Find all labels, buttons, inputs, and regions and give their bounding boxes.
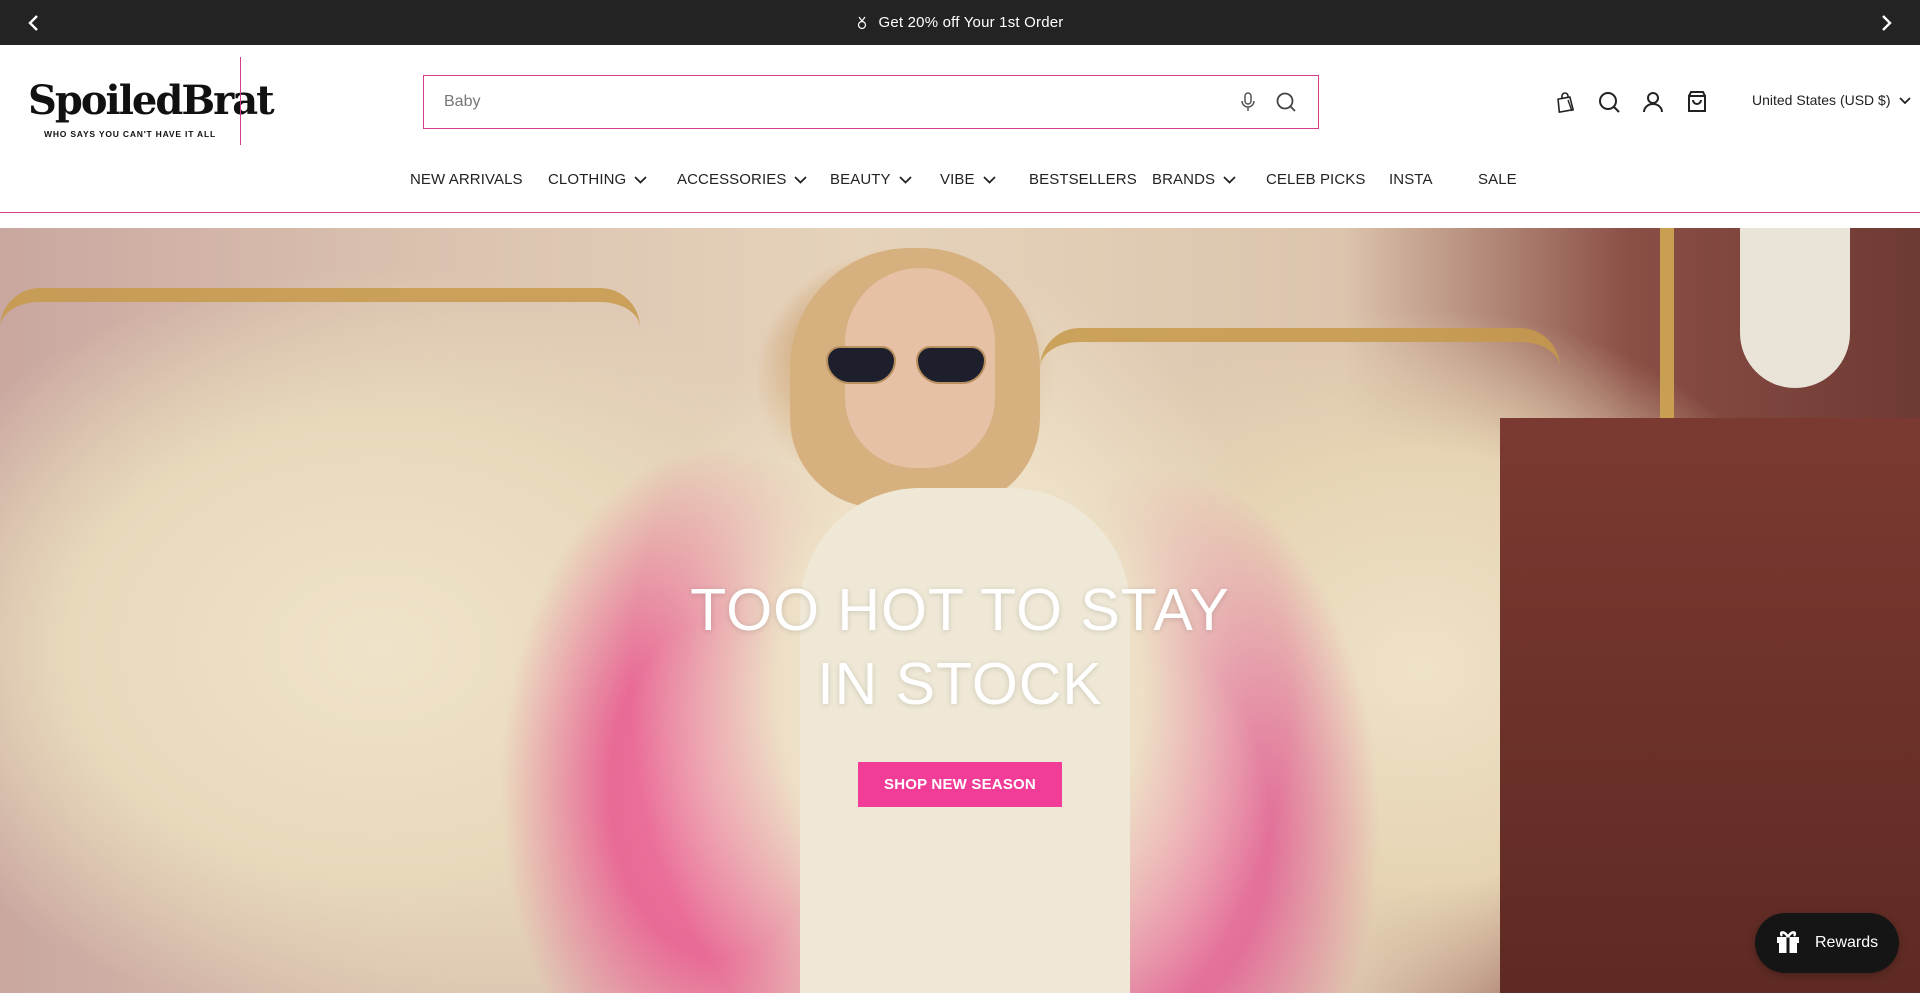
nav-item-accessories[interactable]: ACCESSORIES (677, 171, 808, 188)
shop-new-season-button[interactable]: SHOP NEW SEASON (858, 762, 1062, 807)
nav-item-beauty[interactable]: BEAUTY (830, 171, 912, 188)
rewards-label: Rewards (1815, 934, 1879, 951)
nav-item-clothing[interactable]: CLOTHING (548, 171, 647, 188)
chevron-down-icon (1223, 171, 1236, 188)
search-bar[interactable] (423, 75, 1319, 129)
chevron-down-icon (1898, 92, 1911, 108)
nav-item-bestsellers[interactable]: BESTSELLERS (1029, 171, 1137, 188)
gift-icon (1775, 928, 1801, 959)
hero-title: TOO HOT TO STAY IN STOCK (560, 573, 1360, 721)
search-input[interactable] (444, 93, 1222, 111)
announcement-bar: Get 20% off Your 1st Order (0, 0, 1920, 45)
country-label: United States (USD $) (1752, 92, 1891, 108)
chevron-down-icon (982, 171, 996, 188)
nav-label: CLOTHING (548, 171, 627, 188)
nav-item-vibe[interactable]: VIBE (940, 171, 996, 188)
nav-label: BESTSELLERS (1029, 171, 1137, 188)
logo-wordmark: SpoiledBrat (28, 77, 275, 124)
main-nav: NEW ARRIVALS CLOTHING ACCESSORIES BEAUTY… (0, 171, 1920, 199)
hero-image-sofa-frame (0, 288, 640, 328)
nav-item-insta[interactable]: INSTA (1389, 171, 1433, 188)
hero-image-sofa-frame (1040, 328, 1560, 368)
hero-image-sunglasses (826, 346, 986, 386)
chevron-down-icon (898, 171, 912, 188)
nav-item-brands[interactable]: BRANDS (1152, 171, 1236, 188)
site-header: SpoiledBrat WHO SAYS YOU CAN'T HAVE IT A… (0, 45, 1920, 213)
chevron-left-icon[interactable] (22, 11, 46, 35)
nav-item-sale[interactable]: SALE (1478, 171, 1517, 188)
nav-label: CELEB PICKS (1266, 171, 1366, 188)
nav-label: NEW ARRIVALS (410, 171, 523, 188)
chevron-right-icon[interactable] (1874, 11, 1898, 35)
microphone-icon[interactable] (1236, 90, 1260, 114)
hero-image-vase (1740, 228, 1850, 388)
nav-item-new-arrivals[interactable]: NEW ARRIVALS (410, 171, 523, 188)
logo-divider (240, 57, 241, 145)
nav-label: VIBE (940, 171, 975, 188)
account-icon[interactable] (1640, 89, 1666, 115)
rewards-button[interactable]: Rewards (1755, 913, 1899, 973)
hero-image-lamp (1660, 228, 1674, 418)
nav-label: INSTA (1389, 171, 1433, 188)
cart-icon[interactable] (1684, 89, 1710, 115)
country-selector[interactable]: United States (USD $) (1752, 92, 1911, 108)
logo-tagline: WHO SAYS YOU CAN'T HAVE IT ALL (44, 129, 216, 139)
announcement-message[interactable]: Get 20% off Your 1st Order (856, 14, 1063, 31)
hero-banner[interactable]: TOO HOT TO STAY IN STOCK SHOP NEW SEASON (0, 228, 1920, 993)
search-icon[interactable] (1596, 89, 1622, 115)
search-icon[interactable] (1274, 90, 1298, 114)
nav-label: BRANDS (1152, 171, 1216, 188)
nav-label: BEAUTY (830, 171, 891, 188)
nav-label: ACCESSORIES (677, 171, 787, 188)
nav-item-celeb-picks[interactable]: CELEB PICKS (1266, 171, 1365, 188)
wishlist-bag-icon[interactable] (1552, 89, 1578, 115)
chevron-down-icon (794, 171, 808, 188)
logo[interactable]: SpoiledBrat WHO SAYS YOU CAN'T HAVE IT A… (28, 73, 275, 151)
medal-icon (856, 16, 868, 30)
hero-image-side-table (1500, 418, 1920, 993)
announcement-text: Get 20% off Your 1st Order (878, 14, 1064, 31)
hero-title-line-1: TOO HOT TO STAY (690, 577, 1230, 643)
hero-title-line-2: IN STOCK (817, 651, 1103, 717)
hero-image-tshirt (800, 488, 1130, 993)
chevron-down-icon (634, 171, 647, 188)
header-icons (1552, 89, 1710, 115)
nav-label: SALE (1478, 171, 1517, 188)
